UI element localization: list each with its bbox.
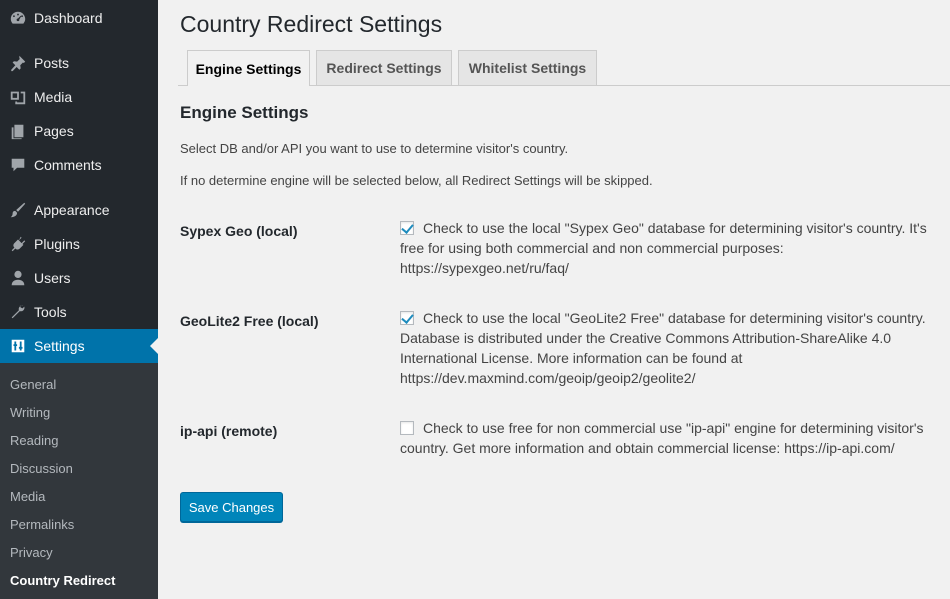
menu-label: Comments [34, 157, 102, 173]
menu-posts[interactable]: Posts [0, 46, 158, 80]
description-text: Select DB and/or API you want to use to … [180, 141, 569, 156]
ip-api-label: ip-api (remote) [180, 423, 278, 439]
media-icon [8, 87, 28, 107]
sypex-geo-label: Sypex Geo (local) [180, 223, 298, 239]
option-description: Check to use free for non commercial use… [400, 420, 924, 456]
main-content: Country Redirect Settings Engine Setting… [158, 0, 950, 599]
menu-media[interactable]: Media [0, 80, 158, 114]
option-description: Check to use the local "GeoLite2 Free" d… [400, 310, 926, 386]
menu-label: Tools [34, 304, 67, 320]
tab-whitelist-settings[interactable]: Whitelist Settings [458, 50, 597, 85]
submenu-discussion[interactable]: Discussion [10, 461, 73, 476]
menu-settings[interactable]: Settings [0, 329, 158, 363]
option-description: Check to use the local "Sypex Geo" datab… [400, 220, 927, 276]
dashboard-icon [8, 8, 28, 28]
wrench-icon [8, 302, 28, 322]
user-icon [8, 268, 28, 288]
menu-dashboard[interactable]: Dashboard [0, 1, 158, 35]
ip-api-checkbox[interactable] [400, 421, 414, 435]
geolite2-checkbox[interactable] [400, 311, 414, 325]
menu-label: Appearance [34, 202, 110, 218]
description-text: If no determine engine will be selected … [180, 173, 653, 188]
menu-users[interactable]: Users [0, 261, 158, 295]
pin-icon [8, 53, 28, 73]
section-title: Engine Settings [180, 103, 309, 122]
menu-label: Posts [34, 55, 70, 71]
submenu-permalinks[interactable]: Permalinks [10, 517, 74, 532]
ip-api-option: Check to use free for non commercial use… [400, 418, 930, 458]
menu-label: Pages [34, 123, 74, 139]
comments-icon [8, 155, 28, 175]
active-indicator [150, 338, 158, 354]
menu-label: Users [34, 270, 71, 286]
save-changes-button[interactable]: Save Changes [180, 492, 283, 522]
settings-icon [8, 336, 28, 356]
submenu-media[interactable]: Media [10, 489, 45, 504]
sypex-geo-option: Check to use the local "Sypex Geo" datab… [400, 218, 930, 278]
menu-pages[interactable]: Pages [0, 114, 158, 148]
tab-engine-settings[interactable]: Engine Settings [187, 50, 310, 86]
submenu-country-redirect[interactable]: Country Redirect [10, 573, 115, 588]
plugin-icon [8, 234, 28, 254]
submenu-writing[interactable]: Writing [10, 405, 50, 420]
admin-sidebar: Dashboard Posts Media Pages Comments App… [0, 0, 158, 599]
menu-label: Media [34, 89, 73, 105]
tab-redirect-settings[interactable]: Redirect Settings [316, 50, 452, 85]
menu-comments[interactable]: Comments [0, 148, 158, 182]
geolite2-label: GeoLite2 Free (local) [180, 313, 319, 329]
geolite2-option: Check to use the local "GeoLite2 Free" d… [400, 308, 930, 388]
menu-tools[interactable]: Tools [0, 295, 158, 329]
page-title: Country Redirect Settings [180, 11, 443, 37]
menu-plugins[interactable]: Plugins [0, 227, 158, 261]
menu-label: Plugins [34, 236, 80, 252]
pages-icon [8, 121, 28, 141]
brush-icon [8, 200, 28, 220]
submenu-reading[interactable]: Reading [10, 433, 58, 448]
menu-appearance[interactable]: Appearance [0, 193, 158, 227]
menu-label: Dashboard [34, 10, 103, 26]
settings-submenu: General Writing Reading Discussion Media… [0, 363, 158, 599]
menu-label: Settings [34, 338, 85, 354]
sypex-geo-checkbox[interactable] [400, 221, 414, 235]
submenu-general[interactable]: General [10, 377, 56, 392]
submenu-privacy[interactable]: Privacy [10, 545, 53, 560]
